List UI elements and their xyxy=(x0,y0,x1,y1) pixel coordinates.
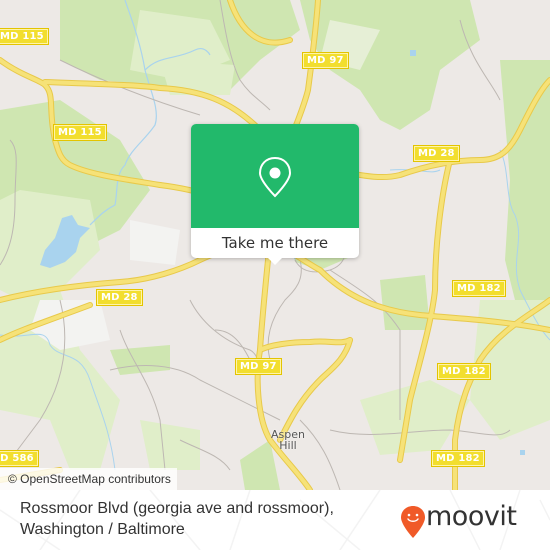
stop-region: Washington / Baltimore xyxy=(20,521,185,538)
route-shield-md28: MD 28 xyxy=(96,289,143,306)
route-shield-md28: MD 28 xyxy=(413,145,460,162)
stop-title: Rossmoor Blvd (georgia ave and rossmoor)… xyxy=(20,498,334,540)
route-shield-md182: MD 182 xyxy=(452,280,506,297)
map-attribution[interactable]: © OpenStreetMap contributors xyxy=(0,468,177,490)
route-shield-md115: MD 115 xyxy=(53,124,107,141)
map-pin-icon xyxy=(258,156,292,198)
moovit-wordmark: moovit xyxy=(426,501,517,532)
route-shield-md586: MD 586 xyxy=(0,450,39,467)
route-shield-md182: MD 182 xyxy=(431,450,485,467)
take-me-there-button[interactable]: Take me there xyxy=(191,228,359,258)
route-shield-md97: MD 97 xyxy=(302,52,349,69)
moovit-smiley-pin-icon xyxy=(401,506,425,538)
map-view[interactable]: MD 115 MD 115 MD 97 MD 28 MD 28 MD 97 MD… xyxy=(0,0,550,490)
route-shield-md97: MD 97 xyxy=(235,358,282,375)
destination-popup: Take me there xyxy=(191,124,359,265)
route-shield-md115: MD 115 xyxy=(0,28,49,45)
footer-bar: Rossmoor Blvd (georgia ave and rossmoor)… xyxy=(0,490,550,550)
route-shield-md182: MD 182 xyxy=(437,363,491,380)
stop-name: Rossmoor Blvd (georgia ave and rossmoor)… xyxy=(20,500,334,517)
place-label-aspen-hill: Aspen Hill xyxy=(271,428,305,452)
popup-pointer xyxy=(267,257,283,265)
popup-header xyxy=(191,124,359,228)
